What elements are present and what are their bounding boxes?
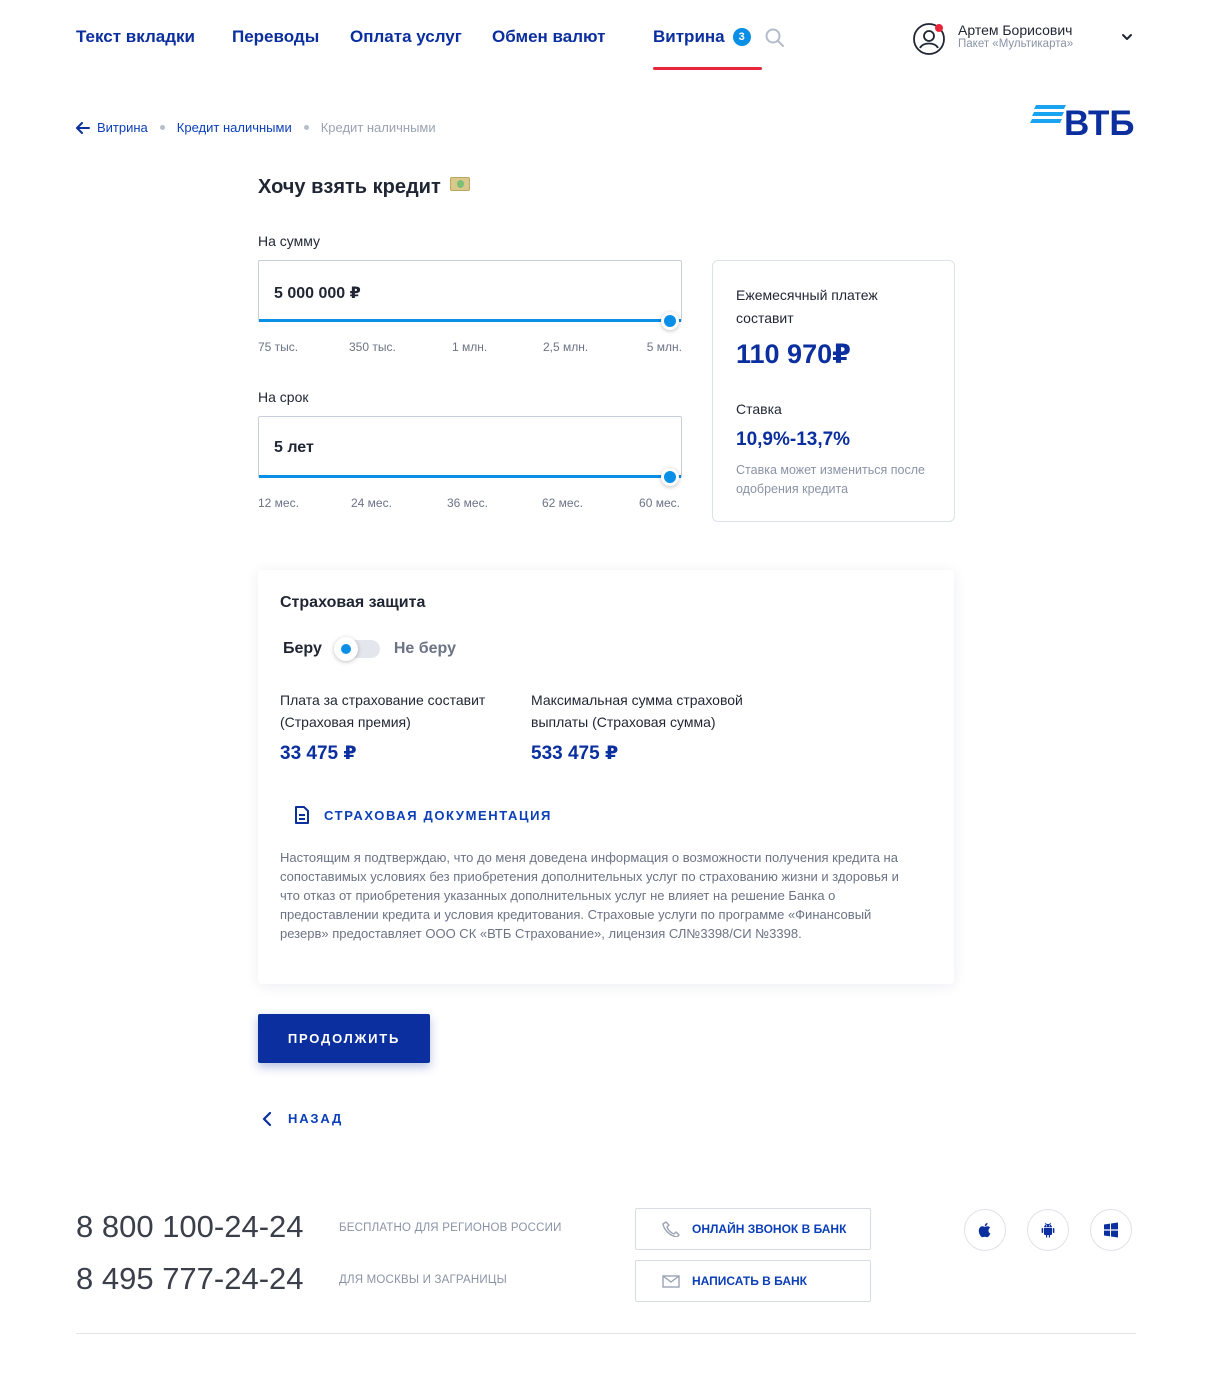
tab-showcase-label: Витрина bbox=[653, 27, 725, 46]
amount-input[interactable]: 5 000 000 ₽ bbox=[258, 260, 682, 330]
tab-badge: 3 bbox=[732, 28, 751, 46]
term-tick: 60 мес. bbox=[639, 496, 680, 510]
amount-tick: 1 млн. bbox=[452, 340, 488, 354]
online-call-button[interactable]: ОНЛАЙН ЗВОНОК В БАНК bbox=[635, 1208, 871, 1250]
term-tick: 12 мес. bbox=[258, 496, 299, 510]
rate-label: Ставка bbox=[736, 401, 782, 417]
insurance-disclaimer: Настоящим я подтверждаю, что до меня дов… bbox=[280, 850, 899, 941]
amount-ticks: 75 тыс. 350 тыс. 1 млн. 2,5 млн. 5 млн. bbox=[258, 340, 682, 356]
toggle-knob[interactable] bbox=[333, 637, 358, 661]
search-icon[interactable] bbox=[764, 27, 786, 49]
term-tick: 24 мес. bbox=[351, 496, 392, 510]
top-navigation: Текст вкладки Переводы Оплата услуг Обме… bbox=[76, 22, 1136, 74]
arrow-left-icon[interactable] bbox=[76, 121, 90, 134]
rate-note: Ставка может измениться после одобрения … bbox=[736, 463, 925, 496]
monthly-payment-label-line-1: Ежемесячный платеж bbox=[736, 287, 878, 303]
mail-icon bbox=[662, 1275, 680, 1288]
payment-summary-card: Ежемесячный платеж составит 110 970₽ Ста… bbox=[712, 260, 955, 522]
vtb-logo-text: ВТБ bbox=[1064, 104, 1135, 143]
insurance-toggle-row: Беру Не беру bbox=[283, 636, 456, 662]
rate-value: 10,9%-13,7% bbox=[736, 429, 851, 450]
breadcrumb-separator bbox=[303, 125, 309, 130]
amount-value: 5 000 000 ₽ bbox=[274, 285, 361, 302]
tab-showcase[interactable]: Витрина 3 bbox=[653, 27, 762, 70]
insured-sum-value: 533 475 ₽ bbox=[531, 743, 619, 764]
insurance-title: Страховая защита bbox=[280, 594, 426, 611]
tab-text[interactable]: Текст вкладки bbox=[76, 27, 195, 47]
tab-transfers[interactable]: Переводы bbox=[232, 27, 319, 47]
user-avatar-icon bbox=[913, 23, 945, 55]
write-bank-label: НАПИСАТЬ В БАНК bbox=[692, 1274, 807, 1288]
term-slider-thumb[interactable] bbox=[661, 468, 679, 486]
term-tick: 62 мес. bbox=[542, 496, 583, 510]
amount-tick: 75 тыс. bbox=[258, 340, 299, 354]
breadcrumb-cash-loan[interactable]: Кредит наличными bbox=[177, 120, 292, 135]
google-play-button[interactable] bbox=[1027, 1209, 1069, 1251]
insurance-card: Страховая защита Беру Не беру Плата за с… bbox=[258, 570, 954, 984]
tab-payments[interactable]: Оплата услуг bbox=[350, 27, 462, 47]
tab-currency-exchange[interactable]: Обмен валют bbox=[492, 27, 605, 47]
back-link[interactable]: НАЗАД bbox=[262, 1111, 343, 1126]
footer-divider bbox=[76, 1333, 1136, 1334]
monthly-payment-value: 110 970₽ bbox=[736, 339, 851, 369]
toggle-take-label[interactable]: Беру bbox=[283, 640, 322, 658]
windows-store-button[interactable] bbox=[1090, 1209, 1132, 1251]
app-store-button[interactable] bbox=[964, 1209, 1006, 1251]
chevron-left-icon bbox=[262, 1111, 272, 1126]
phone-moscow-note: ДЛЯ МОСКВЫ И ЗАГРАНИЦЫ bbox=[339, 1274, 507, 1286]
chevron-down-icon[interactable] bbox=[1120, 30, 1134, 44]
document-icon bbox=[295, 806, 309, 824]
insurance-toggle[interactable] bbox=[333, 637, 380, 661]
page-title-text: Хочу взять кредит bbox=[258, 176, 441, 198]
phone-moscow[interactable]: 8 495 777-24-24 bbox=[76, 1261, 304, 1297]
term-ticks: 12 мес. 24 мес. 36 мес. 62 мес. 60 мес. bbox=[258, 496, 682, 512]
toggle-decline-label[interactable]: Не беру bbox=[394, 640, 456, 658]
monthly-payment-label-line-2: составит bbox=[736, 310, 794, 326]
windows-icon bbox=[1104, 1222, 1118, 1238]
breadcrumb-current: Кредит наличными bbox=[320, 120, 436, 135]
user-name: Артем Борисович bbox=[958, 22, 1073, 38]
amount-slider-thumb[interactable] bbox=[661, 312, 679, 330]
user-plan: Пакет «Мультикарта» bbox=[958, 38, 1074, 50]
term-value: 5 лет bbox=[274, 439, 314, 456]
premium-value: 33 475 ₽ bbox=[280, 743, 357, 764]
amount-tick: 350 тыс. bbox=[349, 340, 396, 354]
back-label: НАЗАД bbox=[288, 1111, 344, 1126]
term-input[interactable]: 5 лет bbox=[258, 416, 682, 486]
insured-sum-label: Максимальная сумма страховой выплаты (Ст… bbox=[531, 692, 743, 730]
insurance-docs-label: СТРАХОВАЯ ДОКУМЕНТАЦИЯ bbox=[324, 807, 552, 823]
term-slider-track[interactable] bbox=[259, 475, 681, 478]
phone-russia-note: БЕСПЛАТНО ДЛЯ РЕГИОНОВ РОССИИ bbox=[339, 1222, 562, 1234]
term-label: На срок bbox=[258, 389, 309, 405]
amount-slider-track[interactable] bbox=[259, 319, 681, 322]
breadcrumb: Витрина Кредит наличными Кредит наличным… bbox=[76, 120, 436, 135]
term-tick: 36 мес. bbox=[447, 496, 488, 510]
amount-tick: 2,5 млн. bbox=[543, 340, 589, 354]
money-icon bbox=[450, 177, 471, 191]
breadcrumb-showcase[interactable]: Витрина bbox=[97, 120, 148, 135]
vtb-logo[interactable]: ВТБ bbox=[1030, 104, 1138, 144]
apple-icon bbox=[978, 1222, 991, 1238]
online-call-label: ОНЛАЙН ЗВОНОК В БАНК bbox=[692, 1222, 847, 1236]
amount-tick: 5 млн. bbox=[646, 340, 682, 354]
insurance-docs-link[interactable]: СТРАХОВАЯ ДОКУМЕНТАЦИЯ bbox=[294, 806, 552, 824]
vtb-logo-stripes-icon bbox=[1030, 105, 1066, 123]
page-title: Хочу взять кредит bbox=[258, 176, 471, 199]
breadcrumb-separator bbox=[159, 125, 165, 130]
premium-label: Плата за страхование составит (Страховая… bbox=[280, 692, 486, 730]
amount-label: На сумму bbox=[258, 233, 321, 249]
phone-russia[interactable]: 8 800 100-24-24 bbox=[76, 1209, 304, 1245]
write-bank-button[interactable]: НАПИСАТЬ В БАНК bbox=[635, 1260, 871, 1302]
continue-button[interactable]: ПРОДОЛЖИТЬ bbox=[258, 1014, 430, 1063]
user-menu[interactable]: Артем Борисович Пакет «Мультикарта» bbox=[912, 22, 1136, 58]
phone-icon bbox=[662, 1221, 680, 1237]
android-icon bbox=[1041, 1222, 1055, 1238]
